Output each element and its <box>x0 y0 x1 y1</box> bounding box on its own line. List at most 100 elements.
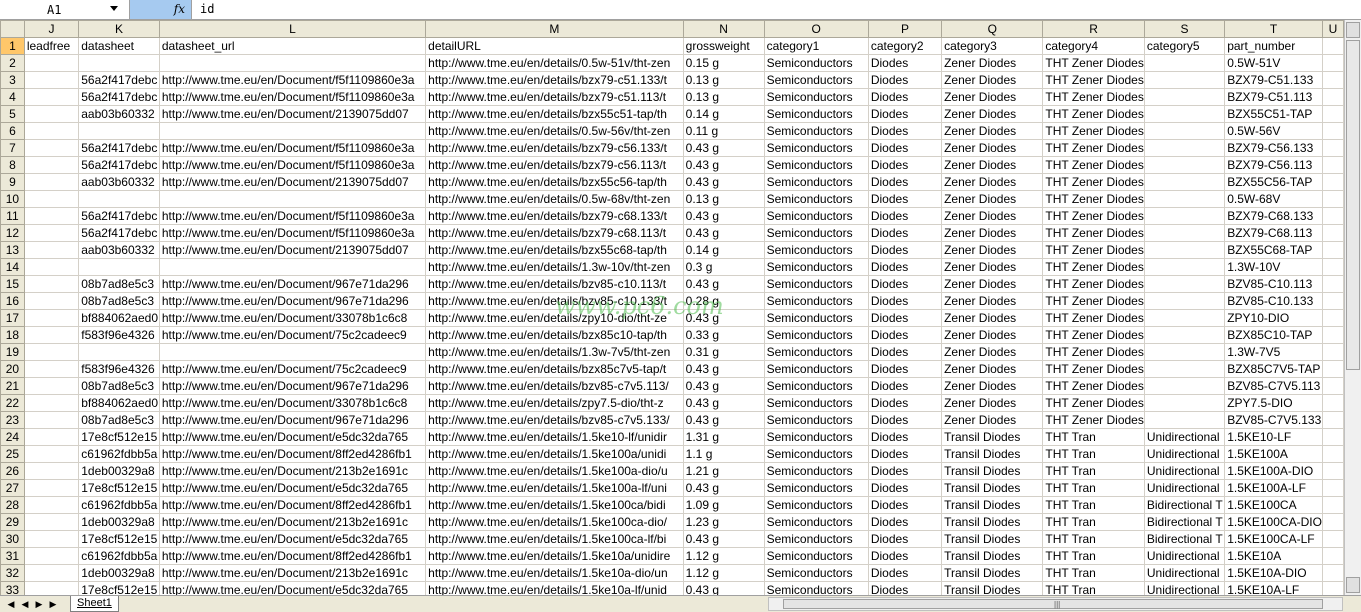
cell-p10[interactable]: Diodes <box>867 190 943 208</box>
cell-k10[interactable] <box>78 190 160 208</box>
cell-s33[interactable]: Unidirectional <box>1143 581 1226 595</box>
cell-u33[interactable] <box>1321 581 1344 595</box>
cell-o2[interactable]: Semiconductors <box>763 54 869 72</box>
cell-l14[interactable] <box>158 258 427 276</box>
cell-p17[interactable]: Diodes <box>867 309 943 327</box>
cell-s9[interactable] <box>1143 173 1226 191</box>
cell-p24[interactable]: Diodes <box>867 428 943 446</box>
column-header-p[interactable]: P <box>867 20 943 38</box>
formula-input[interactable]: id <box>200 2 214 16</box>
cell-m26[interactable]: http://www.tme.eu/en/details/1.5ke100a-d… <box>425 462 684 480</box>
row-header[interactable]: 3 <box>0 71 25 89</box>
cell-p11[interactable]: Diodes <box>867 207 943 225</box>
cell-t26[interactable]: 1.5KE100A-DIO <box>1224 462 1323 480</box>
cell-k4[interactable]: 56a2f417debc <box>78 88 160 106</box>
cell-q20[interactable]: Zener Diodes <box>941 360 1044 378</box>
cell-t1[interactable]: part_number <box>1224 37 1323 55</box>
cell-n11[interactable]: 0.43 g <box>682 207 765 225</box>
row-header[interactable]: 4 <box>0 88 25 106</box>
cell-j21[interactable] <box>23 377 80 395</box>
cell-n25[interactable]: 1.1 g <box>682 445 765 463</box>
cell-o16[interactable]: Semiconductors <box>763 292 869 310</box>
cell-t17[interactable]: ZPY10-DIO <box>1224 309 1323 327</box>
cell-t23[interactable]: BZV85-C7V5.133 <box>1224 411 1323 429</box>
cell-u1[interactable] <box>1321 37 1344 55</box>
cell-p30[interactable]: Diodes <box>867 530 943 548</box>
cell-q24[interactable]: Transil Diodes <box>941 428 1044 446</box>
cell-r22[interactable]: THT Zener Diodes <box>1042 394 1145 412</box>
cell-l6[interactable] <box>158 122 427 140</box>
cell-q33[interactable]: Transil Diodes <box>941 581 1044 595</box>
cell-l10[interactable] <box>158 190 427 208</box>
cell-n20[interactable]: 0.43 g <box>682 360 765 378</box>
cell-q2[interactable]: Zener Diodes <box>941 54 1044 72</box>
cell-n4[interactable]: 0.13 g <box>682 88 765 106</box>
cell-o5[interactable]: Semiconductors <box>763 105 869 123</box>
cell-j6[interactable] <box>23 122 80 140</box>
cell-n13[interactable]: 0.14 g <box>682 241 765 259</box>
row-header[interactable]: 24 <box>0 428 25 446</box>
name-box[interactable]: A1 <box>0 0 130 19</box>
row-header[interactable]: 32 <box>0 564 25 582</box>
column-header-k[interactable]: K <box>78 20 160 38</box>
cell-n26[interactable]: 1.21 g <box>682 462 765 480</box>
cell-p23[interactable]: Diodes <box>867 411 943 429</box>
cell-o18[interactable]: Semiconductors <box>763 326 869 344</box>
cell-m7[interactable]: http://www.tme.eu/en/details/bzx79-c56.1… <box>425 139 684 157</box>
cell-l4[interactable]: http://www.tme.eu/en/Document/f5f1109860… <box>158 88 427 106</box>
row-header[interactable]: 21 <box>0 377 25 395</box>
cell-l20[interactable]: http://www.tme.eu/en/Document/75c2cadeec… <box>158 360 427 378</box>
cell-l8[interactable]: http://www.tme.eu/en/Document/f5f1109860… <box>158 156 427 174</box>
cell-k25[interactable]: c61962fdbb5a <box>78 445 160 463</box>
cell-p27[interactable]: Diodes <box>867 479 943 497</box>
cell-n3[interactable]: 0.13 g <box>682 71 765 89</box>
cell-n22[interactable]: 0.43 g <box>682 394 765 412</box>
cell-p20[interactable]: Diodes <box>867 360 943 378</box>
cell-s2[interactable] <box>1143 54 1226 72</box>
cell-u21[interactable] <box>1321 377 1344 395</box>
cell-s31[interactable]: Unidirectional <box>1143 547 1226 565</box>
cell-o21[interactable]: Semiconductors <box>763 377 869 395</box>
column-header-n[interactable]: N <box>682 20 765 38</box>
cell-t29[interactable]: 1.5KE100CA-DIO <box>1224 513 1323 531</box>
cell-r4[interactable]: THT Zener Diodes <box>1042 88 1145 106</box>
cell-m12[interactable]: http://www.tme.eu/en/details/bzx79-c68.1… <box>425 224 684 242</box>
cell-o28[interactable]: Semiconductors <box>763 496 869 514</box>
cell-t3[interactable]: BZX79-C51.133 <box>1224 71 1323 89</box>
cell-j7[interactable] <box>23 139 80 157</box>
cell-k28[interactable]: c61962fdbb5a <box>78 496 160 514</box>
cell-r5[interactable]: THT Zener Diodes <box>1042 105 1145 123</box>
column-header-m[interactable]: M <box>425 20 684 38</box>
cell-t12[interactable]: BZX79-C68.113 <box>1224 224 1323 242</box>
cell-p6[interactable]: Diodes <box>867 122 943 140</box>
cell-j10[interactable] <box>23 190 80 208</box>
cell-s11[interactable] <box>1143 207 1226 225</box>
cell-j3[interactable] <box>23 71 80 89</box>
cell-t21[interactable]: BZV85-C7V5.113 <box>1224 377 1323 395</box>
cell-u19[interactable] <box>1321 343 1344 361</box>
cell-m24[interactable]: http://www.tme.eu/en/details/1.5ke10-lf/… <box>425 428 684 446</box>
cell-k5[interactable]: aab03b60332 <box>78 105 160 123</box>
cell-q9[interactable]: Zener Diodes <box>941 173 1044 191</box>
cell-m1[interactable]: detailURL <box>425 37 684 55</box>
cell-o19[interactable]: Semiconductors <box>763 343 869 361</box>
cell-p19[interactable]: Diodes <box>867 343 943 361</box>
cell-s15[interactable] <box>1143 275 1226 293</box>
cell-n21[interactable]: 0.43 g <box>682 377 765 395</box>
vertical-scrollbar[interactable] <box>1344 20 1361 595</box>
cell-j9[interactable] <box>23 173 80 191</box>
row-header[interactable]: 18 <box>0 326 25 344</box>
cell-q31[interactable]: Transil Diodes <box>941 547 1044 565</box>
cell-k23[interactable]: 08b7ad8e5c3 <box>78 411 160 429</box>
cell-n9[interactable]: 0.43 g <box>682 173 765 191</box>
cell-n16[interactable]: 0.28 g <box>682 292 765 310</box>
cell-r26[interactable]: THT Tran <box>1042 462 1145 480</box>
cell-p22[interactable]: Diodes <box>867 394 943 412</box>
cell-m14[interactable]: http://www.tme.eu/en/details/1.3w-10v/th… <box>425 258 684 276</box>
cell-u2[interactable] <box>1321 54 1344 72</box>
cell-q10[interactable]: Zener Diodes <box>941 190 1044 208</box>
row-header[interactable]: 12 <box>0 224 25 242</box>
cell-u8[interactable] <box>1321 156 1344 174</box>
cell-j5[interactable] <box>23 105 80 123</box>
cell-n30[interactable]: 0.43 g <box>682 530 765 548</box>
